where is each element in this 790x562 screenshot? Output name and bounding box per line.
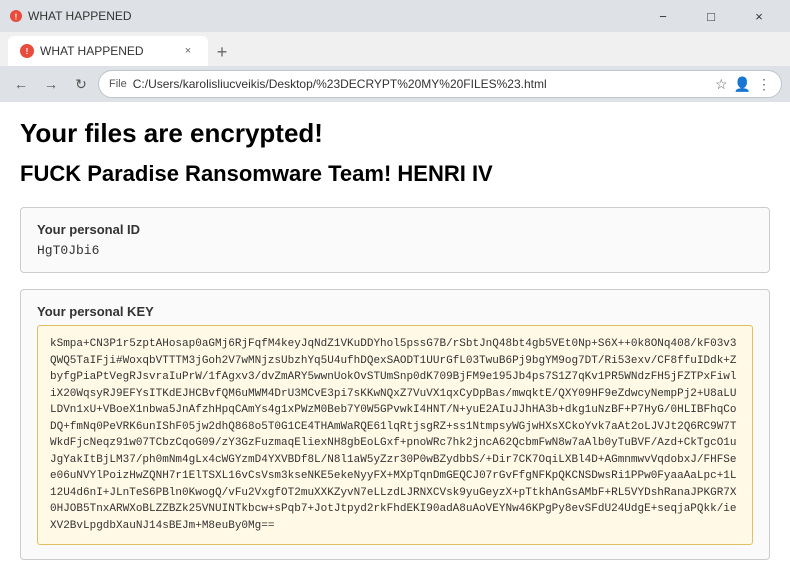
forward-button[interactable]: →: [38, 71, 64, 97]
maximize-button[interactable]: □: [688, 1, 734, 31]
minimize-button[interactable]: −: [640, 1, 686, 31]
tab-close-button[interactable]: ×: [180, 43, 196, 59]
page-content: Your files are encrypted! FUCK Paradise …: [0, 102, 790, 562]
back-button[interactable]: ←: [8, 71, 34, 97]
nav-bar: ← → ↻ File C:/Users/karolisliucveikis/De…: [0, 66, 790, 102]
address-text: C:/Users/karolisliucveikis/Desktop/%23DE…: [133, 77, 709, 91]
browser-icon: !: [8, 8, 24, 24]
account-icon[interactable]: 👤: [734, 76, 751, 93]
page-subtitle: FUCK Paradise Ransomware Team! HENRI IV: [20, 161, 770, 187]
menu-icon[interactable]: ⋮: [757, 76, 771, 93]
new-tab-button[interactable]: +: [208, 38, 236, 66]
active-tab[interactable]: ! WHAT HAPPENED ×: [8, 36, 208, 66]
svg-text:!: !: [15, 13, 18, 22]
personal-key-box: Your personal KEY kSmpa+CN3P1r5zptAHosap…: [20, 289, 770, 560]
address-bar[interactable]: File C:/Users/karolisliucveikis/Desktop/…: [98, 70, 782, 98]
address-protocol: File: [109, 78, 127, 90]
personal-id-value: HgT0Jbi6: [37, 243, 753, 258]
tab-bar: ! WHAT HAPPENED × +: [0, 32, 790, 66]
personal-id-label: Your personal ID: [37, 222, 753, 237]
personal-id-box: Your personal ID HgT0Jbi6: [20, 207, 770, 273]
browser-window: ! WHAT HAPPENED − □ × ! WHAT HAPPENED × …: [0, 0, 790, 562]
personal-key-label: Your personal KEY: [37, 304, 753, 319]
tab-title: WHAT HAPPENED: [40, 44, 144, 58]
window-controls: − □ ×: [640, 1, 782, 31]
personal-key-value: kSmpa+CN3P1r5zptAHosap0aGMj6RjFqfM4keyJq…: [37, 325, 753, 545]
bookmark-icon[interactable]: ☆: [715, 76, 728, 93]
title-bar: ! WHAT HAPPENED − □ ×: [0, 0, 790, 32]
refresh-button[interactable]: ↻: [68, 71, 94, 97]
close-button[interactable]: ×: [736, 1, 782, 31]
address-icons: ☆ 👤 ⋮: [715, 76, 771, 93]
tab-favicon: !: [20, 44, 34, 58]
page-title: Your files are encrypted!: [20, 118, 770, 149]
window-title: WHAT HAPPENED: [28, 9, 132, 23]
